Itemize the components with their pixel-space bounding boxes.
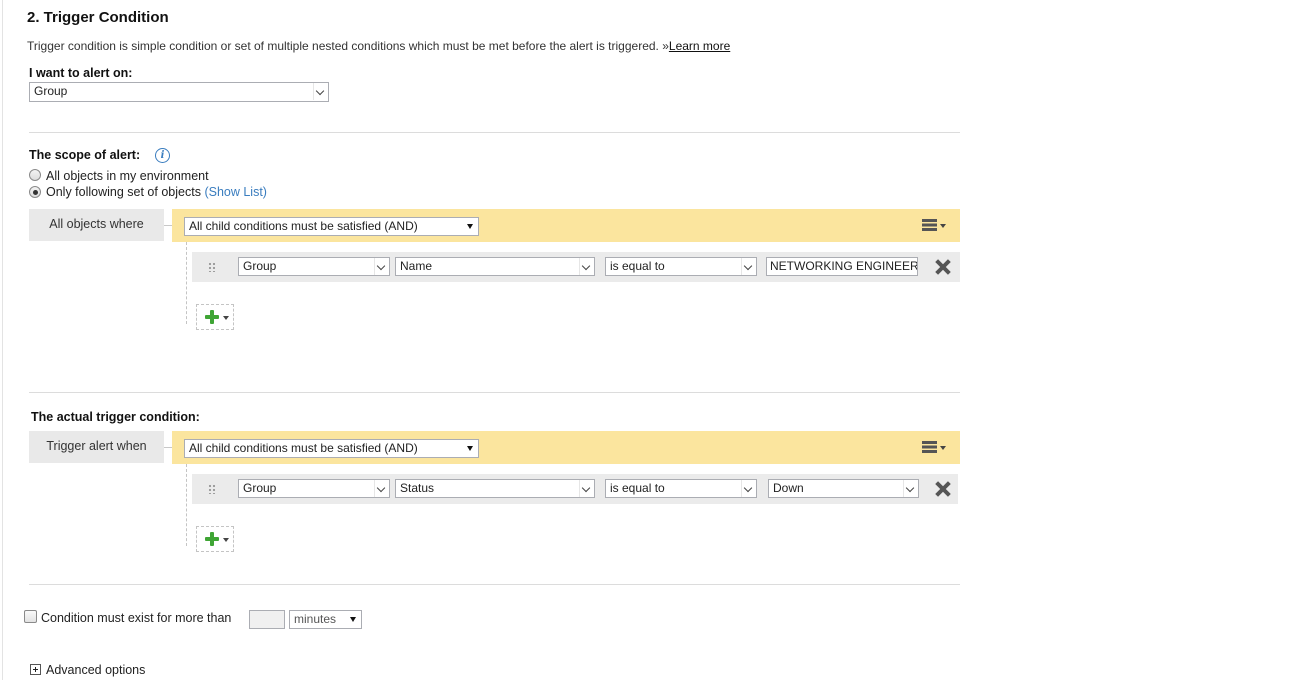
scope-block-label: All objects where <box>29 209 164 241</box>
caret-down-icon <box>346 611 361 628</box>
duration-unit-select[interactable]: minutes <box>289 610 362 629</box>
caret-down-icon <box>463 218 478 235</box>
scope-operator-value: is equal to <box>610 259 665 273</box>
divider <box>29 132 960 133</box>
add-condition-button[interactable] <box>196 526 234 552</box>
show-list-link[interactable]: (Show List) <box>204 185 267 199</box>
scope-property-value: Name <box>400 259 433 273</box>
chevron-down-icon <box>741 258 756 275</box>
scope-operator-select[interactable]: is equal to <box>605 257 757 276</box>
chevron-down-icon <box>741 480 756 497</box>
alert-on-value: Group <box>34 84 68 98</box>
trigger-property-value: Status <box>400 481 435 495</box>
learn-more-link[interactable]: Learn more <box>669 39 730 53</box>
scope-label: The scope of alert: <box>29 148 141 162</box>
trigger-value-select[interactable]: Down <box>768 479 919 498</box>
advanced-options-link[interactable]: Advanced options <box>46 663 145 677</box>
trigger-operator-select[interactable]: is equal to <box>605 479 757 498</box>
connector-line <box>164 225 172 226</box>
divider <box>29 392 960 393</box>
caret-down-icon <box>223 538 229 542</box>
plus-icon <box>205 310 219 324</box>
chevron-down-icon <box>374 480 389 497</box>
section-title: 2. Trigger Condition <box>27 9 169 26</box>
close-icon[interactable] <box>934 258 952 276</box>
scope-value-input[interactable]: NETWORKING ENGINEER <box>766 257 918 276</box>
trigger-value-value: Down <box>773 481 804 495</box>
chevron-down-icon <box>374 258 389 275</box>
group-menu-icon[interactable] <box>916 435 950 459</box>
chevron-down-icon <box>313 83 328 100</box>
scope-object-select[interactable]: Group <box>238 257 390 276</box>
alert-on-label: I want to alert on: <box>29 66 133 80</box>
close-icon[interactable] <box>934 480 952 498</box>
add-condition-button[interactable] <box>196 304 234 330</box>
caret-down-icon <box>463 440 478 457</box>
scope-group-operator-value: All child conditions must be satisfied (… <box>189 219 418 233</box>
duration-input[interactable] <box>249 610 285 629</box>
radio-following-objects[interactable] <box>29 186 41 198</box>
description-text: Trigger condition is simple condition or… <box>27 39 669 53</box>
drag-handle-icon[interactable] <box>208 484 216 494</box>
trigger-property-select[interactable]: Status <box>395 479 595 498</box>
chevron-down-icon <box>903 480 918 497</box>
trigger-operator-value: is equal to <box>610 481 665 495</box>
alert-on-select[interactable]: Group <box>29 82 329 102</box>
group-menu-icon[interactable] <box>916 213 950 237</box>
trigger-block-label: Trigger alert when <box>29 431 164 463</box>
duration-unit-value: minutes <box>294 612 337 626</box>
trigger-label: The actual trigger condition: <box>31 410 200 424</box>
drag-handle-icon[interactable] <box>208 262 216 272</box>
trigger-group-operator-value: All child conditions must be satisfied (… <box>189 441 418 455</box>
scope-property-select[interactable]: Name <box>395 257 595 276</box>
divider <box>29 584 960 585</box>
tree-line <box>186 242 187 324</box>
duration-checkbox[interactable] <box>24 610 37 623</box>
radio-following-objects-row: Only following set of objects (Show List… <box>46 185 267 199</box>
connector-line <box>164 447 172 448</box>
radio-following-objects-label: Only following set of objects <box>46 185 201 199</box>
scope-group-operator-select[interactable]: All child conditions must be satisfied (… <box>184 217 479 236</box>
chevron-down-icon <box>579 480 594 497</box>
caret-down-icon <box>223 316 229 320</box>
plus-icon <box>205 532 219 546</box>
radio-all-objects[interactable] <box>29 169 41 181</box>
chevron-down-icon <box>579 258 594 275</box>
duration-label: Condition must exist for more than <box>41 611 232 625</box>
radio-all-objects-label: All objects in my environment <box>46 169 209 183</box>
expand-icon[interactable] <box>30 664 41 675</box>
trigger-group-operator-select[interactable]: All child conditions must be satisfied (… <box>184 439 479 458</box>
trigger-object-value: Group <box>243 481 277 495</box>
scope-object-value: Group <box>243 259 277 273</box>
tree-line <box>186 464 187 546</box>
section-description: Trigger condition is simple condition or… <box>27 39 730 53</box>
info-icon[interactable]: i <box>155 148 170 163</box>
trigger-object-select[interactable]: Group <box>238 479 390 498</box>
left-border <box>2 0 3 680</box>
